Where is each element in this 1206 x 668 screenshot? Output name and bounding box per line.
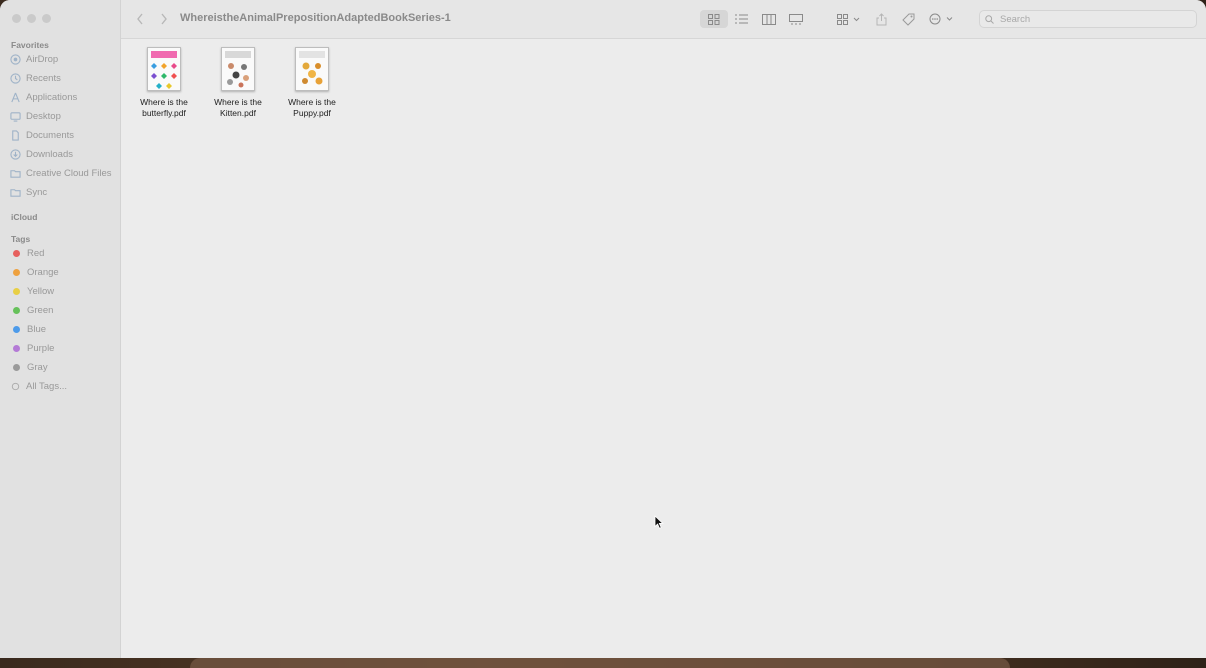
favorites-section-title: Favorites (11, 40, 49, 50)
sidebar-item-label: Recents (26, 72, 61, 84)
sidebar-item-label: Yellow (27, 285, 55, 297)
sidebar-tag-purple[interactable]: Purple (10, 340, 54, 356)
sidebar-item-label: AirDrop (26, 53, 59, 65)
grid-dropdown-icon (837, 13, 860, 25)
tags-button[interactable] (899, 10, 917, 28)
sidebar-item-recents[interactable]: Recents (10, 70, 61, 86)
tag-color-dot (13, 268, 20, 276)
download-icon (10, 148, 21, 160)
pdf-thumbnail (221, 47, 255, 91)
tag-color-dot (13, 325, 20, 333)
tag-color-dot (13, 249, 20, 257)
sidebar-item-label: Gray (27, 361, 48, 373)
butterfly-cover-image (151, 63, 177, 89)
folder-icon (10, 187, 21, 198)
sidebar-item-label: Red (27, 247, 45, 259)
sidebar-all-tags[interactable]: All Tags... (10, 378, 67, 394)
sidebar-tag-orange[interactable]: Orange (10, 264, 59, 280)
grid-icon (708, 13, 720, 25)
forward-button[interactable] (157, 11, 171, 27)
dock (190, 658, 1010, 668)
file-name: Where is the Kitten.pdf (214, 97, 262, 118)
pdf-thumbnail (147, 47, 181, 91)
sidebar-item-applications[interactable]: Applications (10, 89, 77, 105)
sidebar-item-label: Sync (26, 186, 48, 198)
sidebar-item-label: Purple (27, 342, 55, 354)
search-field[interactable] (979, 10, 1197, 28)
sidebar-item-label: Creative Cloud Files (26, 167, 112, 179)
search-input[interactable] (998, 12, 1192, 26)
icloud-section-title[interactable]: iCloud (11, 212, 37, 222)
sidebar-item-label: Orange (27, 266, 59, 278)
sidebar-tag-gray[interactable]: Gray (10, 359, 48, 375)
window-controls (12, 14, 51, 23)
sidebar-item-label: Blue (27, 323, 47, 335)
tag-color-dot (13, 306, 20, 314)
file-item-kitten[interactable]: Where is the Kitten.pdf (203, 47, 273, 119)
tag-color-dot (13, 363, 20, 371)
zoom-window-button[interactable] (42, 14, 51, 23)
sidebar-tag-red[interactable]: Red (10, 245, 44, 261)
sidebar-item-label: Green (27, 304, 54, 316)
more-circle-icon (929, 13, 953, 25)
folder-icon (10, 168, 21, 179)
file-item-puppy[interactable]: Where is the Puppy.pdf (277, 47, 347, 119)
back-button[interactable] (133, 11, 147, 27)
finder-window: Favorites AirDrop Recents Applications D… (0, 0, 1206, 658)
applications-icon (10, 92, 21, 103)
sidebar-item-label: Documents (26, 129, 75, 141)
close-window-button[interactable] (12, 14, 21, 23)
desktop-icon (10, 111, 21, 122)
file-browser-area[interactable]: Where is the butterfly.pdf Where is the … (121, 39, 1206, 658)
minimize-window-button[interactable] (27, 14, 36, 23)
sidebar-tag-blue[interactable]: Blue (10, 321, 46, 337)
action-menu-button[interactable] (927, 10, 955, 28)
mouse-cursor-icon (654, 515, 664, 529)
chevron-right-icon (161, 13, 167, 25)
clock-icon (10, 72, 21, 84)
gallery-view-button[interactable] (785, 10, 807, 28)
tag-color-dot (13, 287, 20, 295)
airdrop-icon (10, 53, 21, 65)
share-icon (876, 12, 886, 25)
sidebar-item-sync[interactable]: Sync (10, 184, 47, 200)
sidebar-item-desktop[interactable]: Desktop (10, 108, 61, 124)
sidebar-tag-yellow[interactable]: Yellow (10, 283, 54, 299)
document-icon (10, 129, 21, 141)
puppy-cover-image (302, 62, 323, 85)
file-name: Where is the Puppy.pdf (288, 97, 336, 118)
kitten-cover-image (227, 63, 249, 88)
pdf-thumbnail (295, 47, 329, 91)
column-view-button[interactable] (758, 10, 780, 28)
sidebar: Favorites AirDrop Recents Applications D… (0, 0, 121, 658)
sidebar-item-documents[interactable]: Documents (10, 127, 74, 143)
sidebar-tag-green[interactable]: Green (10, 302, 53, 318)
sidebar-item-downloads[interactable]: Downloads (10, 146, 73, 162)
list-icon (734, 14, 748, 24)
gallery-icon (789, 13, 803, 24)
icon-view-button[interactable] (700, 10, 728, 28)
list-view-button[interactable] (730, 10, 752, 28)
file-item-butterfly[interactable]: Where is the butterfly.pdf (129, 47, 199, 119)
group-by-button[interactable] (835, 10, 863, 28)
file-name: Where is the butterfly.pdf (140, 97, 188, 118)
tag-outline-icon (10, 381, 21, 392)
tag-icon (901, 13, 914, 26)
columns-icon (762, 13, 776, 25)
tag-color-dot (13, 344, 20, 352)
sidebar-item-airdrop[interactable]: AirDrop (10, 51, 58, 67)
search-icon (985, 14, 994, 24)
sidebar-item-label: Desktop (26, 110, 61, 122)
sidebar-item-label: Applications (26, 91, 78, 103)
share-button[interactable] (873, 10, 889, 28)
chevron-left-icon (137, 13, 143, 25)
sidebar-item-label: Downloads (26, 148, 73, 160)
folder-title: WhereistheAnimalPrepositionAdaptedBookSe… (180, 12, 451, 24)
toolbar: WhereistheAnimalPrepositionAdaptedBookSe… (121, 0, 1206, 39)
sidebar-item-label: All Tags... (26, 380, 68, 392)
tags-section-title: Tags (11, 234, 31, 244)
sidebar-item-creative-cloud-files[interactable]: Creative Cloud Files (10, 165, 112, 181)
